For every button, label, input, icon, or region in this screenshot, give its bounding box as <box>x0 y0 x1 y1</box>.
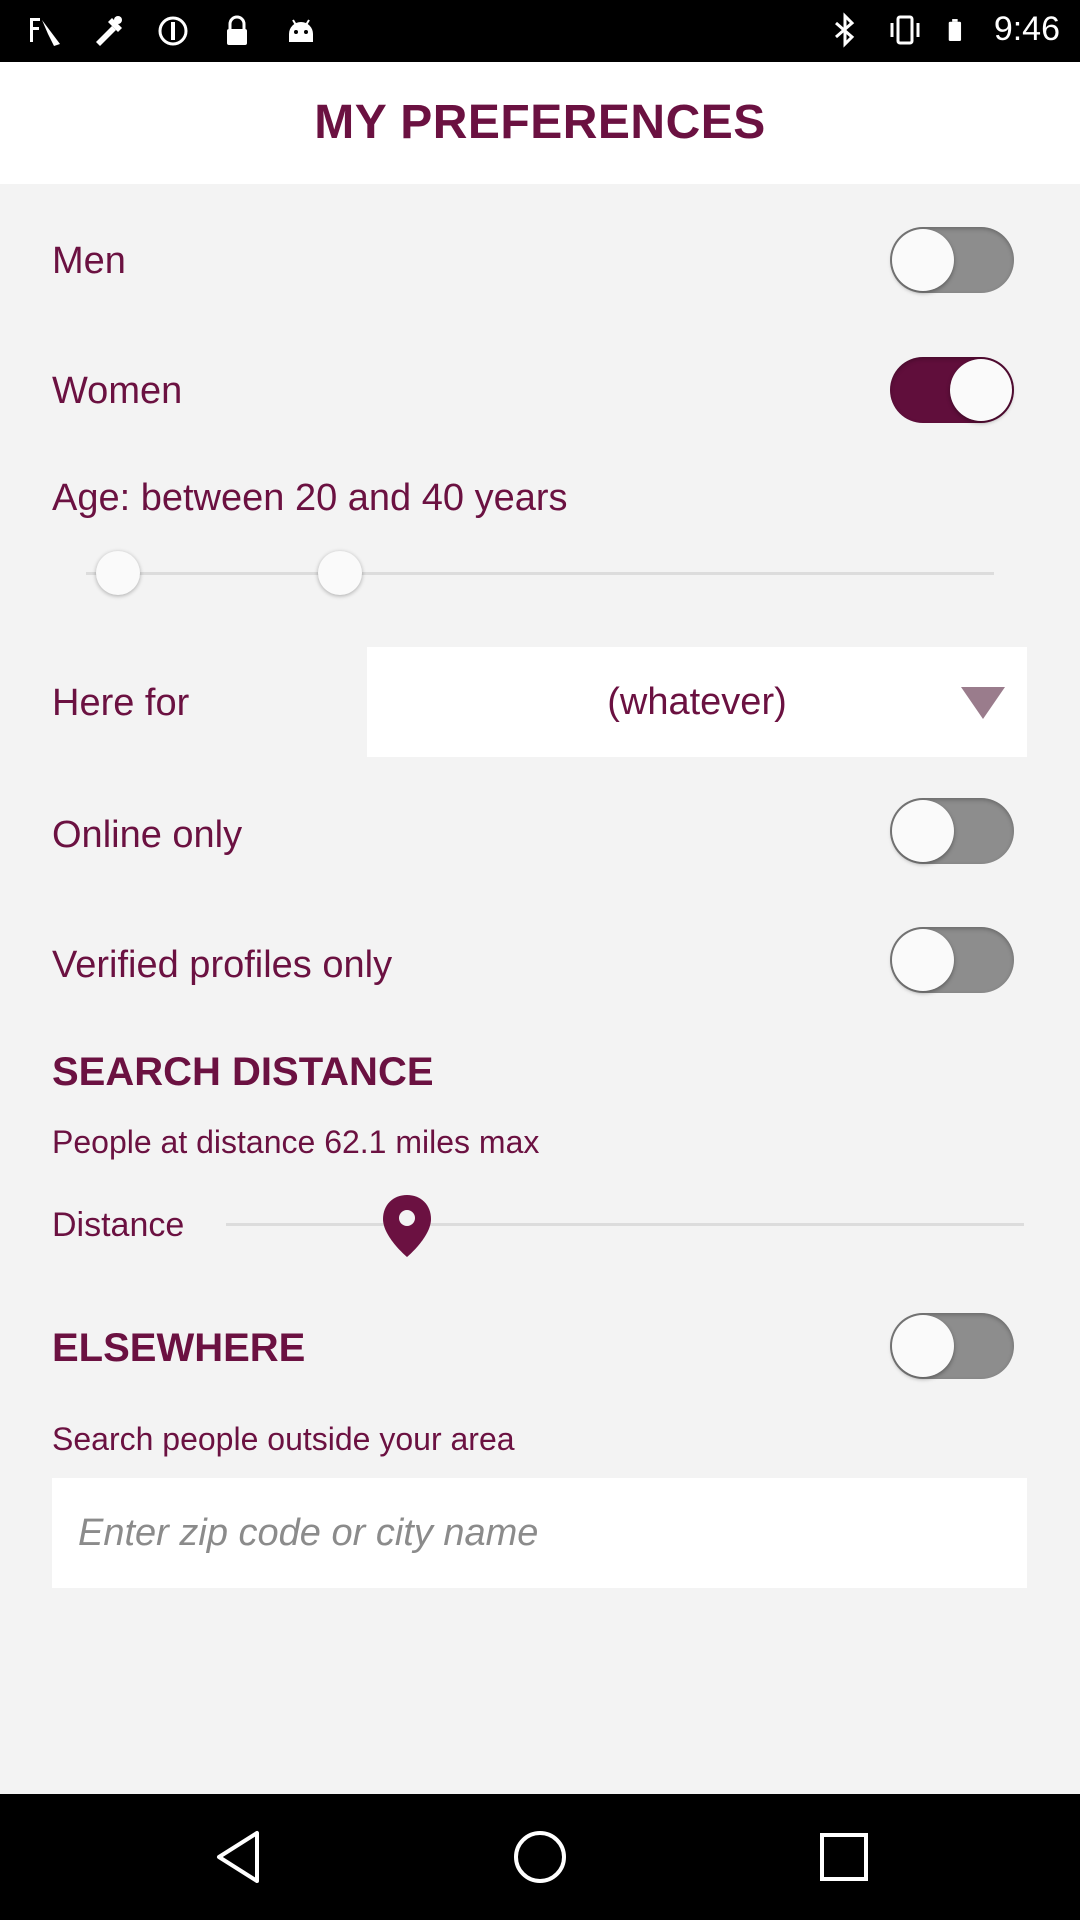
age-label: Age: between 20 and 40 years <box>52 477 568 519</box>
women-toggle[interactable] <box>890 357 1014 423</box>
distance-label: Distance <box>52 1206 185 1244</box>
distance-slider-track[interactable] <box>226 1223 1024 1226</box>
back-icon[interactable] <box>209 1827 269 1887</box>
status-right-icons: 9:46 <box>826 10 1060 49</box>
search-distance-title: SEARCH DISTANCE <box>52 1050 434 1094</box>
women-label: Women <box>52 370 183 412</box>
fake-gps-icon <box>30 18 60 46</box>
map-pin-icon[interactable] <box>381 1193 433 1259</box>
status-bar: 9:46 <box>0 0 1080 62</box>
status-time: 9:46 <box>993 10 1060 48</box>
lock-icon <box>227 15 247 45</box>
recents-icon[interactable] <box>814 1827 874 1887</box>
battery-icon <box>948 18 961 41</box>
home-icon[interactable] <box>510 1827 570 1887</box>
men-toggle[interactable] <box>890 227 1014 293</box>
elsewhere-subtitle: Search people outside your area <box>52 1421 515 1457</box>
bluetooth-icon <box>834 11 855 48</box>
zip-city-input[interactable] <box>52 1478 1027 1588</box>
status-left-icons <box>26 12 320 50</box>
age-max-thumb[interactable] <box>318 551 362 595</box>
toggle-knob <box>892 800 954 862</box>
elsewhere-toggle[interactable] <box>890 1313 1014 1379</box>
toggle-knob <box>892 929 954 991</box>
toggle-knob <box>950 359 1012 421</box>
page-title: MY PREFERENCES <box>314 96 766 149</box>
men-label: Men <box>52 240 126 282</box>
verified-only-label: Verified profiles only <box>52 944 393 986</box>
here-for-value: (whatever) <box>607 681 787 723</box>
tools-icon <box>96 16 122 46</box>
online-only-label: Online only <box>52 814 243 856</box>
sync-icon <box>158 16 188 46</box>
age-min-thumb[interactable] <box>96 551 140 595</box>
android-icon <box>289 19 313 42</box>
vibrate-icon <box>890 15 920 44</box>
online-only-toggle[interactable] <box>890 798 1014 864</box>
header: MY PREFERENCES <box>0 62 1080 184</box>
navigation-bar <box>0 1794 1080 1920</box>
dropdown-arrow-icon <box>961 687 1005 719</box>
toggle-knob <box>892 229 954 291</box>
search-distance-summary: People at distance 62.1 miles max <box>52 1124 540 1160</box>
here-for-dropdown[interactable]: (whatever) <box>367 647 1027 757</box>
elsewhere-title: ELSEWHERE <box>52 1326 306 1370</box>
here-for-label: Here for <box>52 682 190 724</box>
toggle-knob <box>892 1315 954 1377</box>
age-range-track[interactable] <box>86 572 994 575</box>
verified-only-toggle[interactable] <box>890 927 1014 993</box>
